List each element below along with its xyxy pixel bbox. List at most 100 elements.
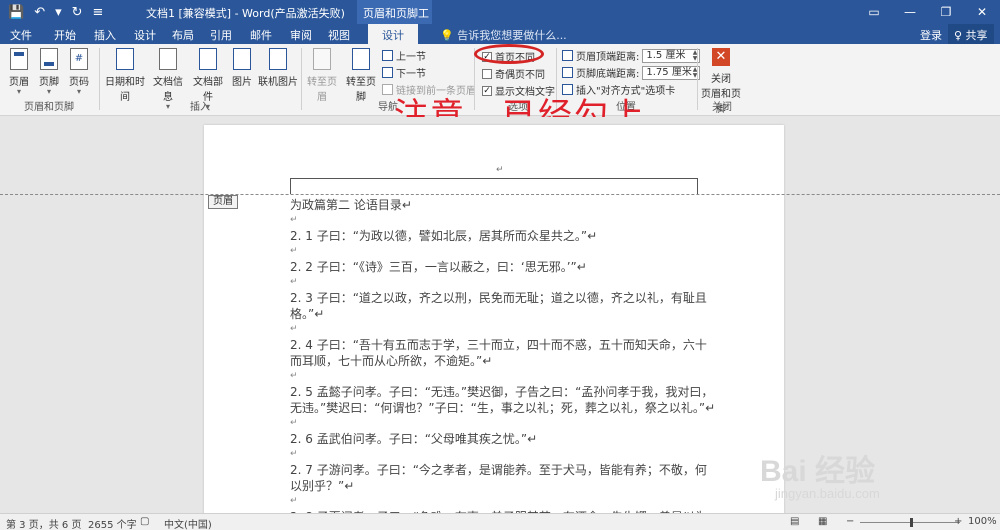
proofing-icon[interactable]: ▢ <box>140 516 149 527</box>
page-number-label: 页码 <box>69 77 89 88</box>
zoom-in-icon[interactable]: + <box>954 516 962 527</box>
body-line: 为政篇第二 论语目录↵ <box>290 198 412 212</box>
word-count[interactable]: 2655 个字 <box>88 516 137 530</box>
tab-review[interactable]: 审阅 <box>290 27 312 43</box>
save-icon[interactable]: 💾 <box>8 5 24 20</box>
footer-bottom-label: 页脚底端距离: <box>576 69 640 80</box>
tab-view[interactable]: 视图 <box>328 27 350 43</box>
date-time-label: 日期和时间 <box>105 77 145 103</box>
body-line: ↵ <box>290 324 298 334</box>
header-tag: 页眉 <box>208 195 238 209</box>
tab-insert[interactable]: 插入 <box>94 27 116 43</box>
chevron-down-icon: ▾ <box>76 87 81 96</box>
group-label-header-footer: 页眉和页脚 <box>24 102 74 113</box>
calendar-icon <box>116 48 134 70</box>
goto-footer-button[interactable]: 转至页脚 <box>342 48 380 103</box>
undo-dropdown-icon[interactable]: ▾ <box>55 5 62 20</box>
online-picture-icon <box>269 48 287 70</box>
date-time-button[interactable]: 日期和时间 <box>102 48 148 103</box>
tab-mailings[interactable]: 邮件 <box>250 27 272 43</box>
tab-file[interactable]: 文件 <box>10 27 32 43</box>
body-line: ↵ <box>290 418 298 428</box>
close-label-line1: 关闭 <box>711 74 731 85</box>
header-frame <box>290 178 698 194</box>
header-footer-tools-label: 页眉和页脚工具 <box>357 0 432 36</box>
window-controls: ▭ — ❐ ✕ <box>856 0 1000 24</box>
paragraph-mark: ↵ <box>496 165 504 175</box>
language-indicator[interactable]: 中文(中国) <box>164 516 212 530</box>
header-label: 页眉 <box>9 77 29 88</box>
quick-access-toolbar: 💾 ↶ ▾ ↻ ≡ <box>8 3 103 21</box>
page-number-icon: # <box>70 48 88 70</box>
body-line: ↵ <box>290 215 298 225</box>
different-odd-even-label: 奇偶页不同 <box>495 70 545 81</box>
previous-section-icon <box>382 50 393 61</box>
ribbon-tabs: 文件 开始 插入 设计 布局 引用 邮件 审阅 视图 设计 💡 告诉我您想要做什… <box>0 24 1000 44</box>
share-button[interactable]: ♀ 共享 <box>948 24 994 44</box>
print-layout-icon[interactable]: ▦ <box>818 516 827 527</box>
header-button[interactable]: 页眉 ▾ <box>6 48 32 96</box>
checkbox-icon[interactable] <box>482 68 492 79</box>
footer-button[interactable]: 页脚 ▾ <box>36 48 62 96</box>
group-divider <box>301 48 302 110</box>
next-section-icon <box>382 67 393 78</box>
body-line: 2. 3 子曰：“道之以政，齐之以刑，民免而无耻；道之以德，齐之以礼，有耻且 <box>290 291 707 305</box>
tab-home[interactable]: 开始 <box>54 27 76 43</box>
minimize-button[interactable]: — <box>892 0 928 24</box>
baidu-watermark-url: jingyan.baidu.com <box>775 486 880 501</box>
tab-design[interactable]: 设计 <box>134 27 156 43</box>
header-top-label: 页眉顶端距离: <box>576 52 640 63</box>
header-icon <box>10 48 28 70</box>
body-line: ↵ <box>290 371 298 381</box>
body-line: 以别乎？”↵ <box>290 479 355 493</box>
body-line: 2. 1 子曰：“为政以德，譬如北辰，居其所而众星共之。”↵ <box>290 229 598 243</box>
picture-button[interactable]: 图片 <box>230 48 254 88</box>
chevron-down-icon: ▾ <box>16 87 21 96</box>
document-body[interactable]: 为政篇第二 论语目录↵ ↵ 2. 1 子曰：“为政以德，譬如北辰，居其所而众星共… <box>290 197 715 525</box>
document-title: 文档1 [兼容模式] - Word(产品激活失败) <box>146 7 345 20</box>
group-divider <box>99 48 100 110</box>
tab-hf-design[interactable]: 设计 <box>368 24 418 44</box>
next-section-button[interactable]: 下一节 <box>382 65 426 80</box>
sign-in-link[interactable]: 登录 <box>920 27 942 43</box>
group-label-close: 关闭 <box>712 102 732 113</box>
different-odd-even-option[interactable]: 奇偶页不同 <box>482 66 545 81</box>
goto-footer-icon <box>352 48 370 70</box>
ribbon-display-icon[interactable]: ▭ <box>856 0 892 24</box>
body-line: ↵ <box>290 449 298 459</box>
footer-bottom-input[interactable]: 1.75 厘米 ▲ ▼ <box>642 65 701 80</box>
zoom-slider-thumb[interactable] <box>910 518 913 527</box>
header-top-input[interactable]: 1.5 厘米 ▲ ▼ <box>642 48 701 63</box>
header-boundary-line <box>0 194 1000 195</box>
zoom-level[interactable]: 100% <box>968 516 997 527</box>
redo-icon[interactable]: ↻ <box>72 5 83 20</box>
group-divider <box>697 48 698 110</box>
tell-me-search[interactable]: 💡 告诉我您想要做什么... <box>440 27 567 43</box>
goto-header-button[interactable]: 转至页眉 <box>303 48 341 103</box>
tab-layout[interactable]: 布局 <box>172 27 194 43</box>
read-mode-icon[interactable]: ▤ <box>790 516 799 527</box>
previous-section-button[interactable]: 上一节 <box>382 48 426 63</box>
goto-footer-label: 转至页脚 <box>346 77 376 103</box>
page-number-button[interactable]: # 页码 ▾ <box>66 48 92 96</box>
body-line: 2. 7 子游问孝。子曰：“今之孝者，是谓能养。至于犬马，皆能有养；不敬，何 <box>290 463 707 477</box>
close-window-button[interactable]: ✕ <box>964 0 1000 24</box>
body-line: 而耳顺，七十而从心所欲，不逾矩。”↵ <box>290 354 493 368</box>
customize-qat-icon[interactable]: ≡ <box>93 5 104 20</box>
link-icon <box>382 84 393 95</box>
restore-button[interactable]: ❐ <box>928 0 964 24</box>
online-picture-button[interactable]: 联机图片 <box>258 48 298 88</box>
footer-distance-icon <box>562 67 573 78</box>
document-info-icon <box>159 48 177 70</box>
online-picture-label: 联机图片 <box>258 77 298 88</box>
tab-references[interactable]: 引用 <box>210 27 232 43</box>
annotation-circle <box>474 44 544 64</box>
undo-icon[interactable]: ↶ <box>34 5 45 20</box>
zoom-out-icon[interactable]: − <box>846 516 854 527</box>
page-count[interactable]: 第 3 页，共 6 页 <box>6 516 81 530</box>
title-bar: 💾 ↶ ▾ ↻ ≡ 文档1 [兼容模式] - Word(产品激活失败) 页眉和页… <box>0 0 1000 36</box>
document-info-button[interactable]: 文档信息 ▾ <box>150 48 186 111</box>
quick-parts-icon <box>199 48 217 70</box>
close-icon: ✕ <box>712 48 730 66</box>
next-section-label: 下一节 <box>396 69 426 80</box>
